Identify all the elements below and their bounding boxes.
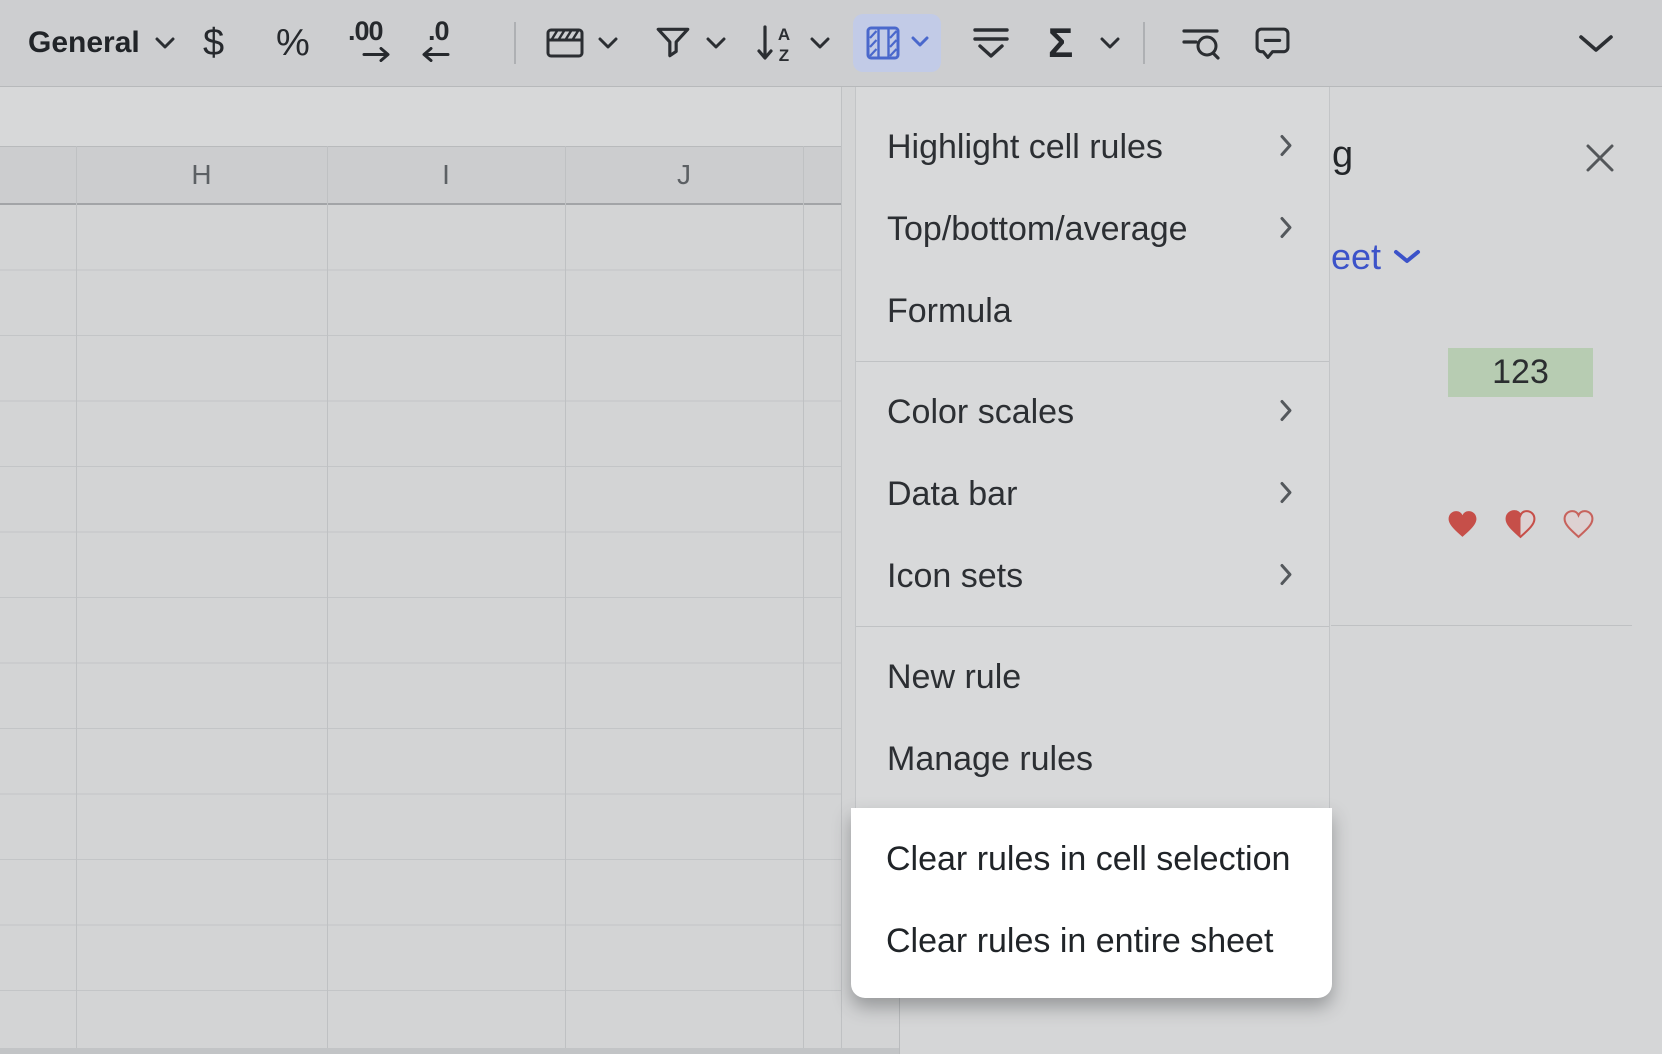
menu-item-color-scales[interactable]: Color scales bbox=[856, 371, 1329, 453]
chevron-down-icon[interactable] bbox=[598, 0, 618, 86]
chevron-down-icon bbox=[911, 34, 929, 52]
menu-item-new-rule[interactable]: New rule bbox=[856, 636, 1329, 718]
menu-item-data-bar[interactable]: Data bar bbox=[856, 453, 1329, 535]
grid-bottom-edge bbox=[0, 1048, 899, 1054]
search-list-icon bbox=[1181, 24, 1221, 62]
conditional-formatting-button[interactable] bbox=[853, 14, 941, 72]
toolbar-divider bbox=[1143, 22, 1145, 64]
chevron-down-icon[interactable] bbox=[706, 0, 726, 86]
sum-icon: Σ bbox=[1048, 19, 1073, 67]
panel-close-button[interactable] bbox=[1580, 138, 1620, 178]
panel-title-fragment: g bbox=[1332, 134, 1353, 177]
column-header-j[interactable]: J bbox=[565, 147, 803, 203]
decrease-decimal-button[interactable]: .0 bbox=[420, 16, 476, 70]
sort-button[interactable]: A Z bbox=[756, 0, 798, 86]
menu-item-top-bottom-average[interactable]: Top/bottom/average bbox=[856, 188, 1329, 270]
comment-button[interactable] bbox=[1254, 0, 1291, 86]
panel-divider bbox=[1331, 625, 1632, 626]
toolbar: General $ % .00 .0 bbox=[0, 0, 1662, 87]
range-label-fragment: eet bbox=[1331, 236, 1381, 278]
menu-item-clear-rules-in-cell-selection[interactable]: Clear rules in cell selection bbox=[851, 818, 1332, 900]
menu-item-formula[interactable]: Formula bbox=[856, 270, 1329, 352]
svg-text:Z: Z bbox=[779, 46, 789, 64]
spreadsheet-grid[interactable] bbox=[0, 205, 841, 1048]
menu-item-label: Manage rules bbox=[887, 740, 1093, 779]
menu-item-label: Clear rules in entire sheet bbox=[886, 922, 1273, 961]
arrow-right-icon bbox=[362, 47, 392, 62]
dollar-icon: $ bbox=[203, 22, 224, 65]
chevron-down-icon bbox=[1393, 249, 1421, 265]
chevron-right-icon bbox=[1279, 393, 1293, 432]
chevron-right-icon bbox=[1279, 475, 1293, 514]
menu-item-label: Formula bbox=[887, 292, 1012, 331]
collapse-toolbar-button[interactable] bbox=[1578, 0, 1614, 86]
grid-column-line bbox=[76, 146, 77, 1048]
column-header-i[interactable]: I bbox=[327, 147, 565, 203]
grid-column-line bbox=[327, 146, 328, 1048]
currency-format-button[interactable]: $ bbox=[203, 0, 224, 86]
menu-item-label: New rule bbox=[887, 658, 1021, 697]
apply-range-selector[interactable]: eet bbox=[1331, 236, 1421, 278]
menu-divider bbox=[856, 626, 1329, 627]
dropdown-list-icon bbox=[971, 24, 1011, 62]
svg-text:A: A bbox=[778, 25, 790, 44]
conditional-formatting-icon bbox=[865, 25, 901, 61]
grid-column-line bbox=[803, 146, 804, 1048]
chevron-down-icon[interactable] bbox=[810, 0, 830, 86]
column-header-row: H I J bbox=[0, 146, 899, 205]
menu-divider bbox=[856, 361, 1329, 362]
chevron-down-icon bbox=[155, 37, 175, 49]
menu-highlighted-section: Clear rules in cell selection Clear rule… bbox=[851, 808, 1332, 998]
chevron-right-icon bbox=[1279, 128, 1293, 167]
menu-item-clear-rules-in-entire-sheet[interactable]: Clear rules in entire sheet bbox=[851, 900, 1332, 982]
percent-icon: % bbox=[276, 22, 310, 65]
dropdown-list-button[interactable] bbox=[971, 0, 1011, 86]
menu-item-label: Top/bottom/average bbox=[887, 210, 1188, 249]
increase-decimal-icon: .00 bbox=[348, 16, 383, 47]
format-preview-cell[interactable]: 123 bbox=[1448, 348, 1593, 397]
menu-item-highlight-cell-rules[interactable]: Highlight cell rules bbox=[856, 106, 1329, 188]
menu-item-label: Data bar bbox=[887, 475, 1017, 514]
icon-set-preview[interactable] bbox=[1446, 509, 1595, 540]
sum-button[interactable]: Σ bbox=[1048, 0, 1073, 86]
comment-icon bbox=[1254, 25, 1291, 62]
menu-item-label: Icon sets bbox=[887, 557, 1023, 596]
spreadsheet-app: General $ % .00 .0 bbox=[0, 0, 1662, 1054]
cell-style-button[interactable] bbox=[546, 0, 584, 86]
heart-full-icon bbox=[1446, 509, 1479, 540]
heart-half-icon bbox=[1504, 509, 1537, 540]
menu-item-icon-sets[interactable]: Icon sets bbox=[856, 535, 1329, 617]
menu-item-label: Clear rules in cell selection bbox=[886, 840, 1290, 879]
chevron-down-icon[interactable] bbox=[1100, 0, 1120, 86]
sort-az-icon: A Z bbox=[756, 22, 798, 64]
filter-button[interactable] bbox=[654, 0, 692, 86]
chevron-right-icon bbox=[1279, 557, 1293, 596]
chevron-down-icon bbox=[1578, 34, 1614, 53]
conditional-formatting-menu: Highlight cell rules Top/bottom/average … bbox=[855, 86, 1330, 808]
search-list-button[interactable] bbox=[1181, 0, 1221, 86]
arrow-left-icon bbox=[420, 47, 450, 62]
menu-item-label: Color scales bbox=[887, 393, 1074, 432]
number-format-label: General bbox=[28, 26, 140, 60]
grid-column-line bbox=[565, 146, 566, 1048]
menu-item-manage-rules[interactable]: Manage rules bbox=[856, 718, 1329, 800]
decrease-decimal-icon: .0 bbox=[428, 16, 449, 47]
increase-decimal-button[interactable]: .00 bbox=[348, 16, 404, 70]
column-header-h[interactable]: H bbox=[76, 147, 327, 203]
formula-bar[interactable] bbox=[0, 86, 899, 146]
toolbar-divider bbox=[514, 22, 516, 64]
filter-icon bbox=[654, 24, 692, 62]
number-format-dropdown[interactable]: General bbox=[28, 0, 175, 86]
percent-format-button[interactable]: % bbox=[276, 0, 310, 86]
heart-empty-icon bbox=[1562, 509, 1595, 540]
chevron-right-icon bbox=[1279, 210, 1293, 249]
menu-item-label: Highlight cell rules bbox=[887, 128, 1163, 167]
close-icon bbox=[1584, 142, 1616, 174]
cell-style-icon bbox=[546, 26, 584, 60]
